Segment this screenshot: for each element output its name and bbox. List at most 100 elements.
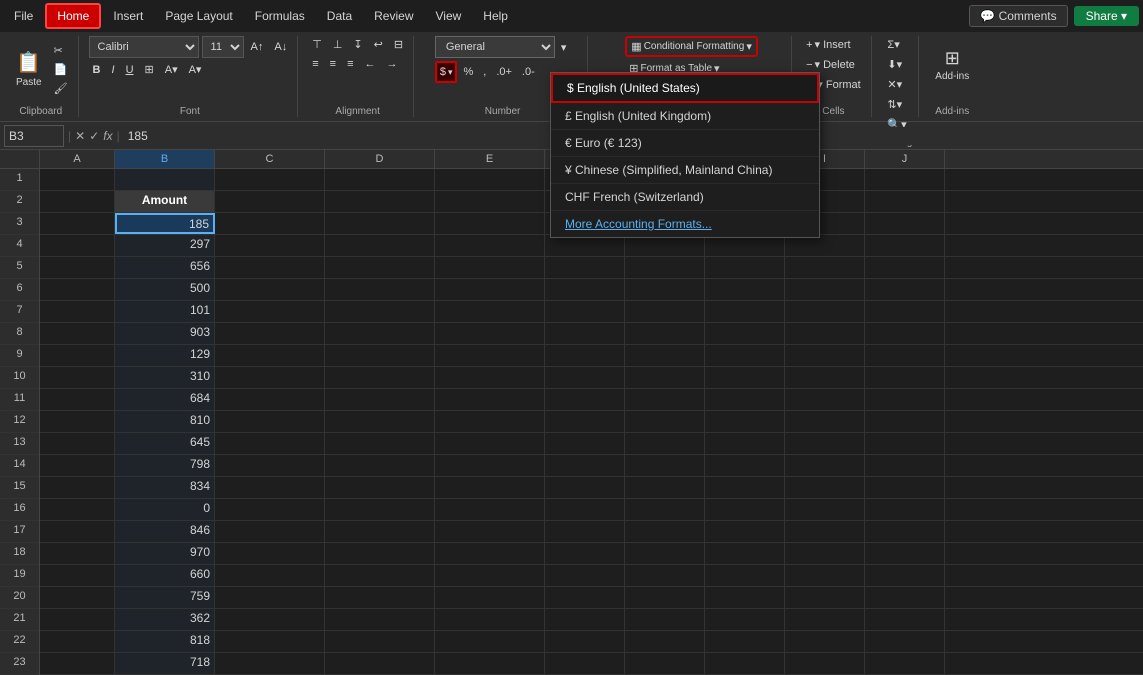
cell[interactable] — [865, 455, 945, 476]
cell[interactable] — [325, 565, 435, 586]
cell[interactable]: 684 — [115, 389, 215, 410]
cell[interactable] — [40, 169, 115, 190]
cell[interactable] — [625, 587, 705, 608]
cell[interactable] — [325, 169, 435, 190]
cell[interactable] — [785, 257, 865, 278]
merge-button[interactable]: ⊟ — [390, 36, 407, 53]
bold-button[interactable]: B — [89, 62, 105, 78]
autosum-button[interactable]: Σ▾ — [883, 36, 910, 53]
increase-decimal-button[interactable]: .0+ — [492, 64, 516, 80]
fill-button[interactable]: ⬇▾ — [883, 56, 910, 73]
cell[interactable] — [215, 169, 325, 190]
cell[interactable] — [325, 499, 435, 520]
cell[interactable] — [40, 301, 115, 322]
cell[interactable] — [325, 323, 435, 344]
cell[interactable] — [40, 587, 115, 608]
indent-increase-button[interactable]: → — [383, 56, 402, 72]
cell[interactable]: 645 — [115, 433, 215, 454]
decrease-font-button[interactable]: A↓ — [270, 39, 291, 55]
cell[interactable]: 903 — [115, 323, 215, 344]
cell[interactable] — [545, 477, 625, 498]
cell[interactable] — [215, 257, 325, 278]
cell[interactable] — [785, 235, 865, 256]
cell[interactable] — [435, 213, 545, 234]
cell[interactable] — [215, 631, 325, 652]
cell[interactable]: 818 — [115, 631, 215, 652]
cell[interactable] — [865, 235, 945, 256]
row-header-9[interactable]: 9 — [0, 345, 39, 367]
cell[interactable] — [625, 323, 705, 344]
cell[interactable]: 362 — [115, 609, 215, 630]
cell[interactable] — [865, 609, 945, 630]
cell[interactable] — [215, 521, 325, 542]
cell[interactable] — [625, 499, 705, 520]
formula-bar-cancel-icon[interactable]: ✕ — [75, 129, 85, 143]
cell[interactable] — [215, 389, 325, 410]
cell[interactable] — [545, 653, 625, 674]
underline-button[interactable]: U — [122, 62, 138, 78]
cell[interactable] — [705, 411, 785, 432]
cell[interactable] — [625, 455, 705, 476]
cell[interactable] — [865, 323, 945, 344]
col-header-a[interactable]: A — [40, 150, 115, 168]
cell[interactable] — [705, 279, 785, 300]
cell[interactable] — [545, 257, 625, 278]
percent-button[interactable]: % — [459, 64, 477, 80]
cell[interactable] — [325, 257, 435, 278]
cell[interactable] — [215, 191, 325, 212]
row-header-15[interactable]: 15 — [0, 477, 39, 499]
row-header-21[interactable]: 21 — [0, 609, 39, 631]
row-header-7[interactable]: 7 — [0, 301, 39, 323]
sort-filter-button[interactable]: ⇅▾ — [883, 96, 910, 113]
cell[interactable] — [435, 279, 545, 300]
cell[interactable] — [625, 609, 705, 630]
cell[interactable] — [325, 631, 435, 652]
row-header-13[interactable]: 13 — [0, 433, 39, 455]
row-header-19[interactable]: 19 — [0, 565, 39, 587]
cell[interactable] — [215, 323, 325, 344]
cell[interactable] — [545, 587, 625, 608]
cell[interactable]: 500 — [115, 279, 215, 300]
cell[interactable] — [625, 521, 705, 542]
cell[interactable] — [785, 609, 865, 630]
number-format-expand-button[interactable]: ▾ — [557, 39, 571, 56]
cell[interactable] — [705, 257, 785, 278]
menu-review[interactable]: Review — [364, 5, 423, 27]
cell[interactable] — [435, 323, 545, 344]
cell[interactable] — [545, 345, 625, 366]
cell[interactable] — [215, 653, 325, 674]
cell[interactable] — [215, 455, 325, 476]
dropdown-item-eur[interactable]: € Euro (€ 123) — [551, 130, 819, 157]
col-header-b[interactable]: B — [115, 150, 215, 168]
cell[interactable] — [40, 455, 115, 476]
cell[interactable] — [625, 257, 705, 278]
cell[interactable]: 660 — [115, 565, 215, 586]
menu-data[interactable]: Data — [317, 5, 362, 27]
cell-reference-input[interactable]: B3 — [4, 125, 64, 147]
cell[interactable] — [865, 301, 945, 322]
cell[interactable] — [865, 631, 945, 652]
cell[interactable]: 310 — [115, 367, 215, 388]
cell[interactable] — [215, 345, 325, 366]
cell[interactable] — [435, 587, 545, 608]
cell[interactable]: 0 — [115, 499, 215, 520]
cell[interactable]: 846 — [115, 521, 215, 542]
cell[interactable] — [705, 477, 785, 498]
cut-button[interactable]: ✂ — [50, 42, 72, 59]
row-header-22[interactable]: 22 — [0, 631, 39, 653]
formula-bar-fx-icon[interactable]: fx — [103, 129, 112, 143]
cell[interactable]: 129 — [115, 345, 215, 366]
cell[interactable]: 810 — [115, 411, 215, 432]
cell[interactable] — [545, 455, 625, 476]
cell[interactable] — [435, 653, 545, 674]
cell[interactable] — [215, 565, 325, 586]
cell[interactable] — [40, 609, 115, 630]
font-size-select[interactable]: 11 — [202, 36, 244, 58]
cell[interactable] — [435, 565, 545, 586]
menu-home[interactable]: Home — [45, 3, 101, 29]
cell[interactable] — [865, 257, 945, 278]
cell[interactable] — [545, 565, 625, 586]
menu-formulas[interactable]: Formulas — [245, 5, 315, 27]
cell-b3[interactable]: 185 — [115, 213, 215, 234]
menu-page-layout[interactable]: Page Layout — [155, 5, 242, 27]
